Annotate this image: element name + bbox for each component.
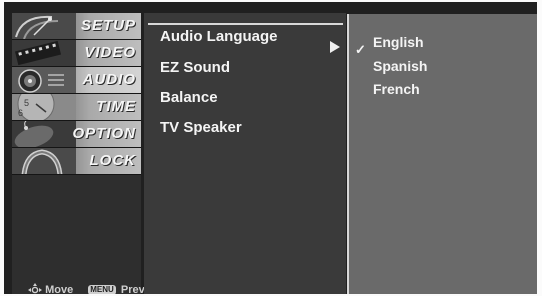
svg-text:6: 6 [18,108,23,118]
dpad-icon [28,283,42,294]
option-english[interactable]: English [373,34,424,52]
submenu-arrow-icon [330,41,340,53]
checkmark-icon: ✓ [355,42,366,57]
option-french[interactable]: French [373,81,420,99]
film-reel-icon [12,40,76,66]
category-label: VIDEO [84,44,136,61]
submenu-item-tv-speaker[interactable]: TV Speaker [160,119,242,139]
satellite-dish-icon [12,13,76,39]
language-options: ✓ English Spanish French [349,14,537,294]
audio-submenu: Audio Language EZ Sound Balance TV Speak… [144,13,346,294]
submenu-divider [148,23,343,25]
navigation-hints: Move MENU Prev [28,283,145,294]
menu-key-icon: MENU [88,285,116,294]
category-label: TIME [96,98,136,115]
submenu-item-audio-language[interactable]: Audio Language [160,28,278,48]
category-label: SETUP [80,17,136,34]
clock-icon: 5 6 [12,94,76,120]
category-label: AUDIO [82,71,136,88]
option-spanish[interactable]: Spanish [373,58,427,76]
category-setup[interactable]: SETUP [12,13,141,40]
category-label: LOCK [89,152,136,169]
move-hint: Move [28,283,73,294]
speaker-icon [12,67,76,93]
padlock-icon [12,148,76,174]
svg-text:5: 5 [24,98,29,108]
category-audio[interactable]: AUDIO [12,67,141,94]
category-rail: SETUP VIDEO AUDIO 5 6 TIME OPTION LOCK M… [12,13,145,294]
submenu-item-ez-sound[interactable]: EZ Sound [160,59,230,79]
category-label: OPTION [72,125,136,142]
category-option[interactable]: OPTION [12,121,141,148]
prev-hint: MENU Prev [88,284,145,294]
option-tag-icon [12,121,76,147]
category-lock[interactable]: LOCK [12,148,141,175]
move-label: Move [45,283,74,294]
tv-osd-menu: SETUP VIDEO AUDIO 5 6 TIME OPTION LOCK M… [4,2,537,294]
submenu-item-balance[interactable]: Balance [160,89,218,109]
prev-label: Prev [120,284,145,294]
category-video[interactable]: VIDEO [12,40,141,67]
category-time[interactable]: 5 6 TIME [12,94,141,121]
